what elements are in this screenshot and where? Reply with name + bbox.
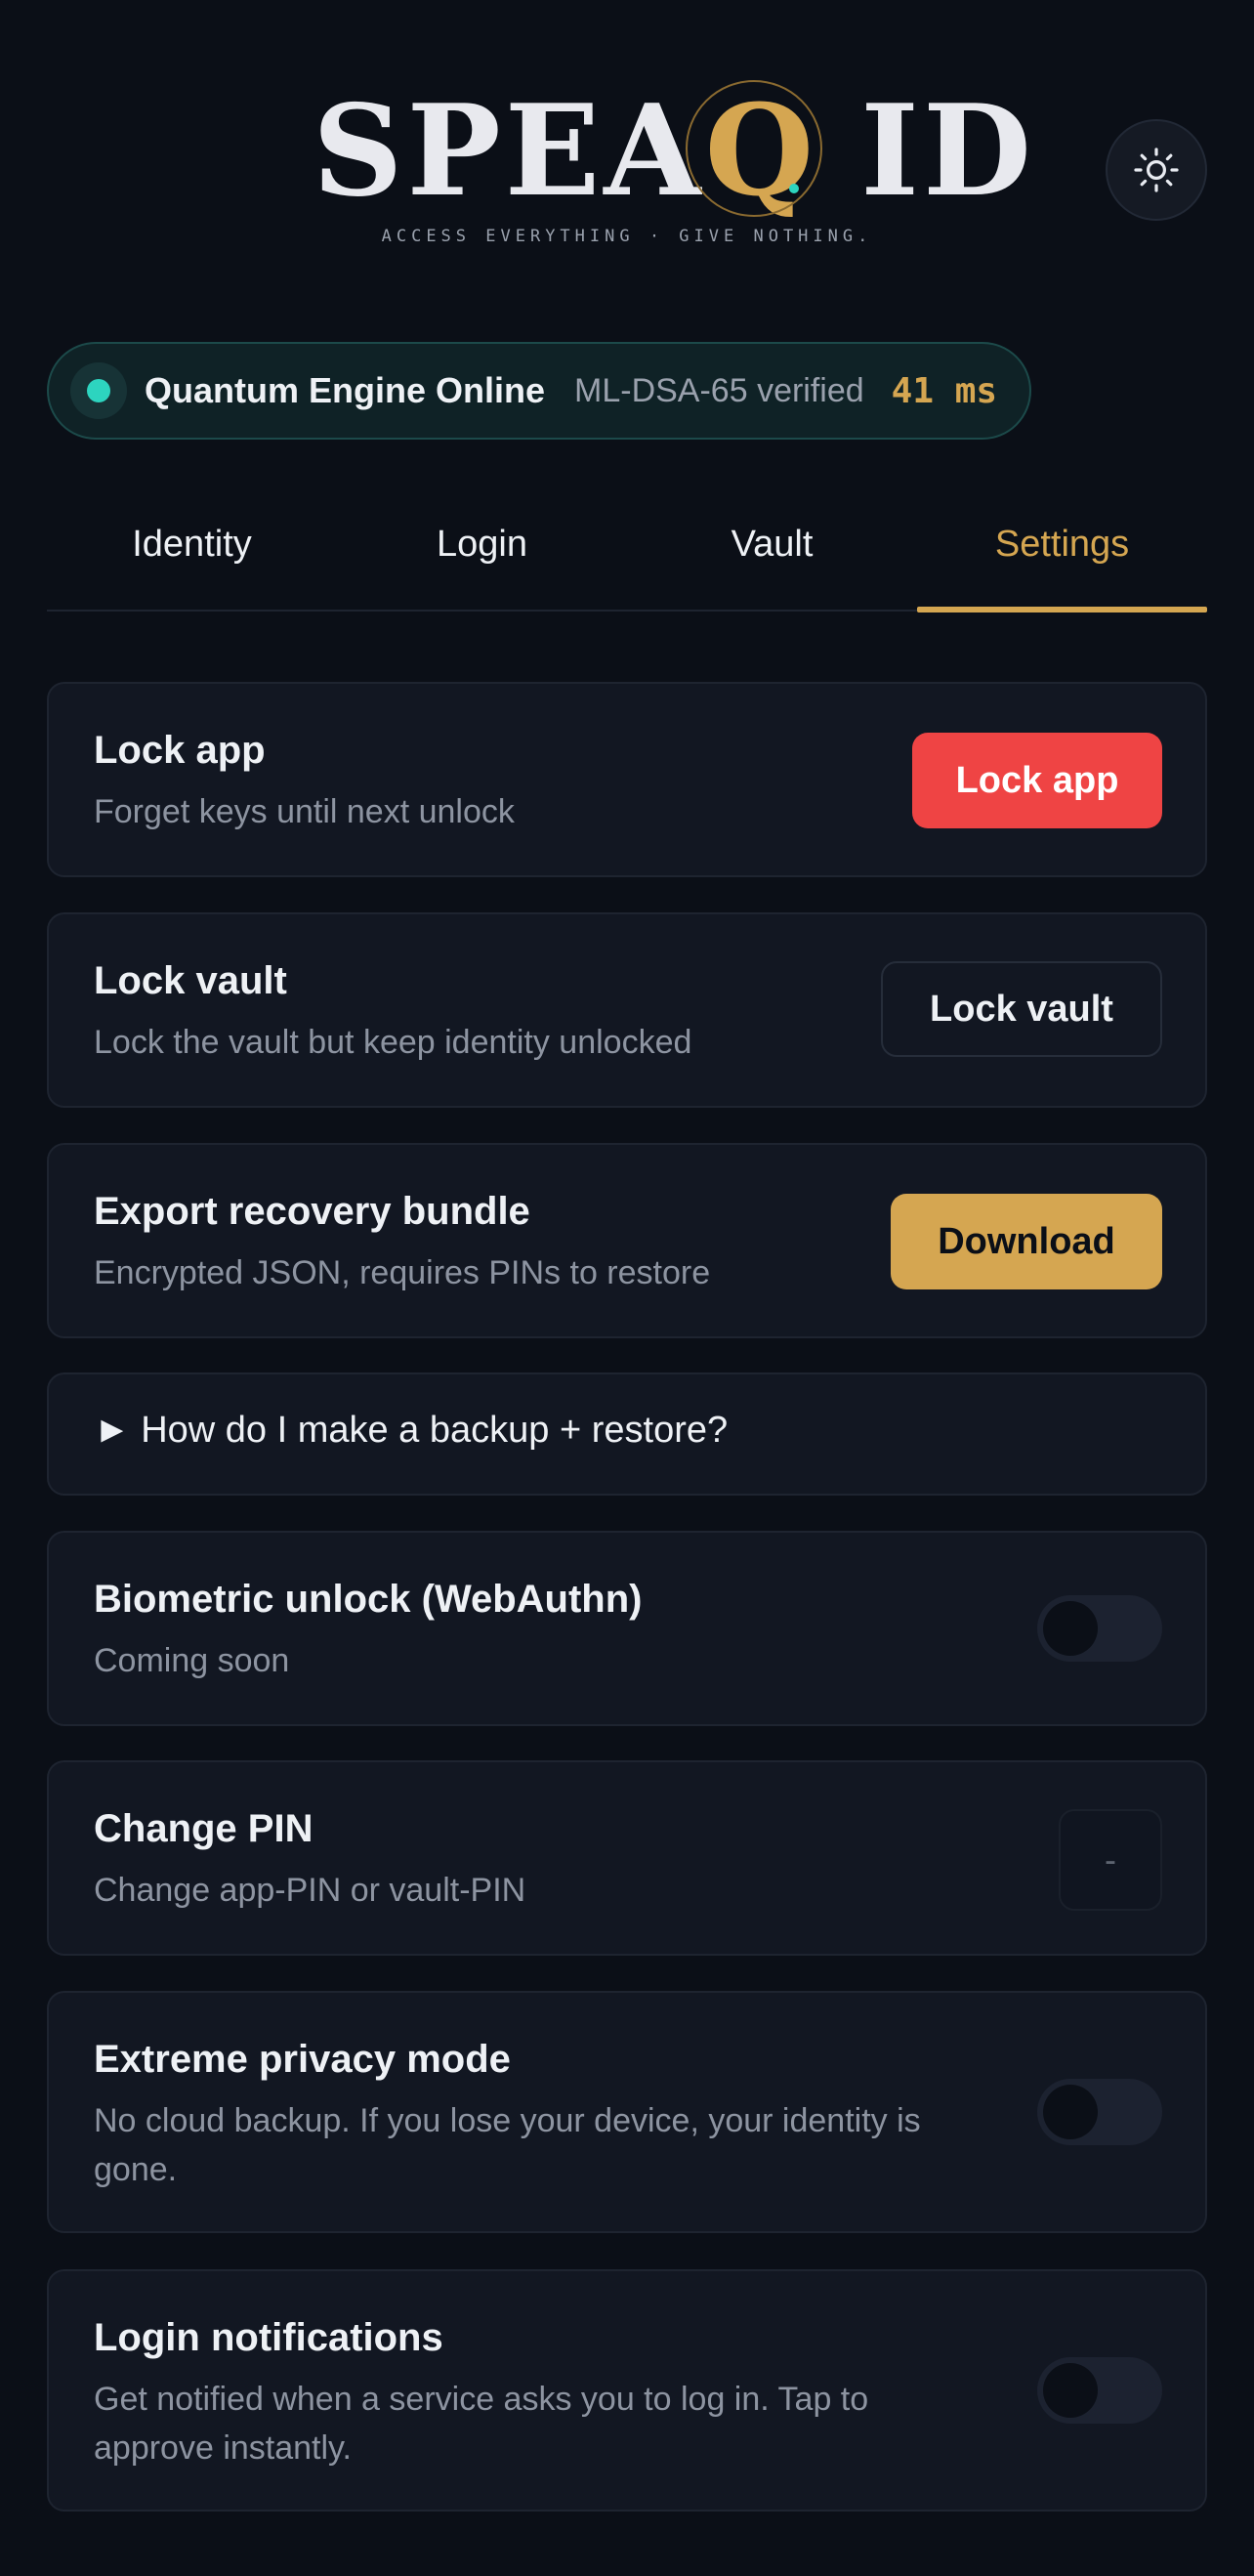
toggle-knob bbox=[1043, 2363, 1098, 2418]
biometric-toggle[interactable] bbox=[1037, 1595, 1162, 1662]
export-bundle-title: Export recovery bundle bbox=[94, 1190, 530, 1233]
brand-logo: SPEA Q ID bbox=[313, 78, 1031, 225]
logo-text-part2: ID bbox=[860, 78, 1035, 225]
privacy-mode-toggle[interactable] bbox=[1037, 2079, 1162, 2145]
disclosure-triangle-icon: ► bbox=[94, 1410, 131, 1451]
change-pin-title: Change PIN bbox=[94, 1807, 314, 1850]
main-tabs: Identity Login Vault Settings bbox=[47, 479, 1207, 612]
sun-icon bbox=[1134, 148, 1179, 192]
lock-app-button[interactable]: Lock app bbox=[912, 733, 1162, 828]
logo-q-mark: Q bbox=[685, 78, 822, 225]
engine-status-pill: Quantum Engine Online ML-DSA-65 verified… bbox=[47, 342, 1031, 440]
change-pin-desc: Change app-PIN or vault-PIN bbox=[94, 1872, 526, 1909]
export-bundle-desc: Encrypted JSON, requires PINs to restore bbox=[94, 1254, 711, 1291]
login-notifications-title: Login notifications bbox=[94, 2316, 443, 2359]
lock-vault-button[interactable]: Lock vault bbox=[881, 961, 1162, 1057]
brand-tagline: ACCESS EVERYTHING · GIVE NOTHING. bbox=[381, 227, 873, 246]
app-header: SPEA Q ID ACCESS EVERYTHING · GIVE NOTHING… bbox=[0, 59, 1254, 274]
biometric-card: Biometric unlock (WebAuthn) Coming soon bbox=[47, 1531, 1207, 1726]
toggle-knob bbox=[1043, 1601, 1098, 1656]
lock-vault-desc: Lock the vault but keep identity unlocke… bbox=[94, 1024, 692, 1061]
privacy-mode-card: Extreme privacy mode No cloud backup. If… bbox=[47, 1991, 1207, 2233]
login-notifications-desc: Get notified when a service asks you to … bbox=[94, 2381, 869, 2467]
tab-vault[interactable]: Vault bbox=[627, 479, 917, 610]
lock-vault-title: Lock vault bbox=[94, 959, 287, 1002]
status-dot-icon bbox=[87, 379, 110, 402]
settings-screen: SPEA Q ID ACCESS EVERYTHING · GIVE NOTHING… bbox=[0, 0, 1254, 2576]
logo-q-dot bbox=[788, 184, 799, 193]
privacy-mode-desc: No cloud backup. If you lose your device… bbox=[94, 2102, 921, 2188]
tab-identity[interactable]: Identity bbox=[47, 479, 337, 610]
tab-login[interactable]: Login bbox=[337, 479, 627, 610]
privacy-mode-title: Extreme privacy mode bbox=[94, 2038, 511, 2081]
lock-app-card: Lock app Forget keys until next unlock L… bbox=[47, 682, 1207, 877]
lock-app-desc: Forget keys until next unlock bbox=[94, 793, 515, 830]
status-verified: ML-DSA-65 verified bbox=[574, 371, 864, 409]
status-latency: 41 ms bbox=[891, 370, 998, 411]
theme-toggle-button[interactable] bbox=[1106, 119, 1207, 221]
biometric-title: Biometric unlock (WebAuthn) bbox=[94, 1578, 643, 1621]
export-bundle-card: Export recovery bundle Encrypted JSON, r… bbox=[47, 1143, 1207, 1338]
tab-settings[interactable]: Settings bbox=[917, 479, 1207, 612]
logo-text-part1: SPEA bbox=[313, 78, 705, 225]
change-pin-card: Change PIN Change app-PIN or vault-PIN - bbox=[47, 1760, 1207, 1956]
change-pin-button[interactable]: - bbox=[1059, 1809, 1162, 1911]
logo-q-ring bbox=[685, 80, 822, 217]
biometric-desc: Coming soon bbox=[94, 1642, 290, 1679]
login-notifications-toggle[interactable] bbox=[1037, 2357, 1162, 2424]
toggle-knob bbox=[1043, 2085, 1098, 2139]
login-notifications-card: Login notifications Get notified when a … bbox=[47, 2269, 1207, 2512]
status-indicator bbox=[70, 362, 127, 419]
lock-vault-card: Lock vault Lock the vault but keep ident… bbox=[47, 912, 1207, 1108]
lock-app-title: Lock app bbox=[94, 729, 266, 772]
download-button[interactable]: Download bbox=[891, 1194, 1162, 1289]
backup-faq-text: How do I make a backup + restore? bbox=[141, 1410, 729, 1451]
status-label: Quantum Engine Online bbox=[145, 370, 546, 410]
backup-faq-summary: ► How do I make a backup + restore? bbox=[94, 1410, 728, 1452]
backup-faq-disclosure[interactable]: ► How do I make a backup + restore? bbox=[47, 1372, 1207, 1496]
